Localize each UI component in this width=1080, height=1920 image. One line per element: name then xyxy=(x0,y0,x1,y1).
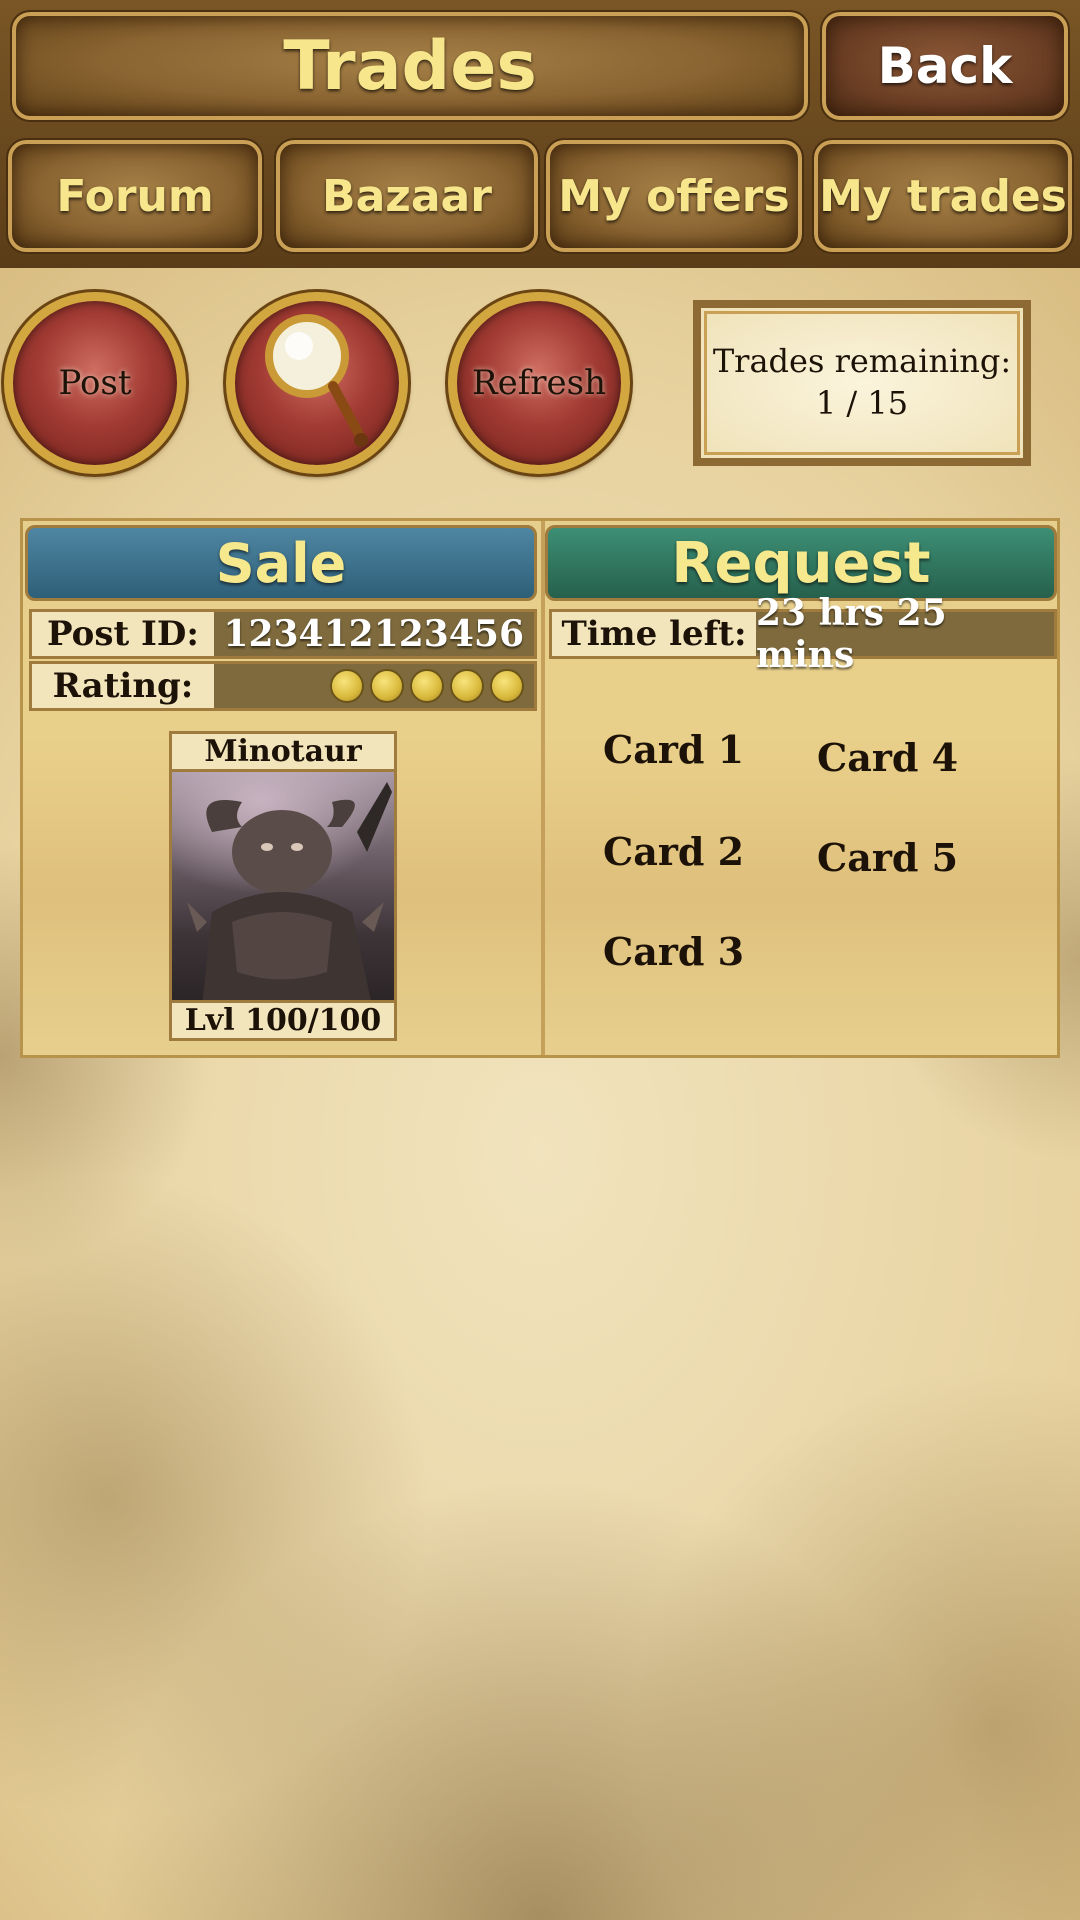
requested-card-1[interactable]: Card 1 xyxy=(603,727,744,772)
back-button[interactable]: Back xyxy=(820,10,1070,122)
sale-header: Sale xyxy=(25,525,537,601)
search-button[interactable] xyxy=(223,289,411,477)
trade-post-panel[interactable]: Sale Request Post ID: 123412123456 Ratin… xyxy=(20,518,1060,1058)
page-title: Trades xyxy=(10,10,810,122)
minotaur-card-art xyxy=(172,772,394,1006)
rating-row: Rating: xyxy=(29,661,537,711)
card-name: Minotaur xyxy=(172,734,394,772)
post-button[interactable]: Post xyxy=(1,289,189,477)
coin-icon xyxy=(490,669,524,703)
trades-remaining-value: 1 / 15 xyxy=(815,384,909,422)
tab-bazaar[interactable]: Bazaar xyxy=(274,138,540,254)
requested-card-5[interactable]: Card 5 xyxy=(817,835,958,880)
request-header: Request xyxy=(545,525,1057,601)
trades-remaining-box: Trades remaining: 1 / 15 xyxy=(693,300,1031,466)
rating-value xyxy=(214,664,534,708)
card-level: Lvl 100/100 xyxy=(172,1000,394,1038)
refresh-button-label: Refresh xyxy=(471,363,607,403)
time-left-value: 23 hrs 25 mins xyxy=(756,592,947,676)
coin-icon xyxy=(370,669,404,703)
coin-icon xyxy=(410,669,444,703)
tab-my-trades[interactable]: My trades xyxy=(812,138,1074,254)
post-id-value: 123412123456 xyxy=(223,613,524,655)
requested-card-4[interactable]: Card 4 xyxy=(817,735,958,780)
panel-divider xyxy=(541,521,545,1055)
coin-icon xyxy=(330,669,364,703)
time-left-label: Time left: xyxy=(552,612,756,656)
requested-card-3[interactable]: Card 3 xyxy=(603,929,744,974)
magnifying-glass-icon xyxy=(257,306,377,460)
coin-icon xyxy=(450,669,484,703)
tab-forum[interactable]: Forum xyxy=(6,138,264,254)
post-button-label: Post xyxy=(58,363,132,403)
refresh-button[interactable]: Refresh xyxy=(445,289,633,477)
requested-card-2[interactable]: Card 2 xyxy=(603,829,744,874)
tab-my-offers[interactable]: My offers xyxy=(544,138,804,254)
time-left-row: Time left: 23 hrs 25 mins xyxy=(549,592,1057,676)
rating-label: Rating: xyxy=(32,664,214,708)
post-id-label: Post ID: xyxy=(32,612,214,656)
sale-card[interactable]: Minotaur Lvl 100/100 xyxy=(169,731,397,1041)
trades-remaining-label: Trades remaining: xyxy=(712,342,1012,381)
post-id-row: Post ID: 123412123456 xyxy=(29,609,537,659)
